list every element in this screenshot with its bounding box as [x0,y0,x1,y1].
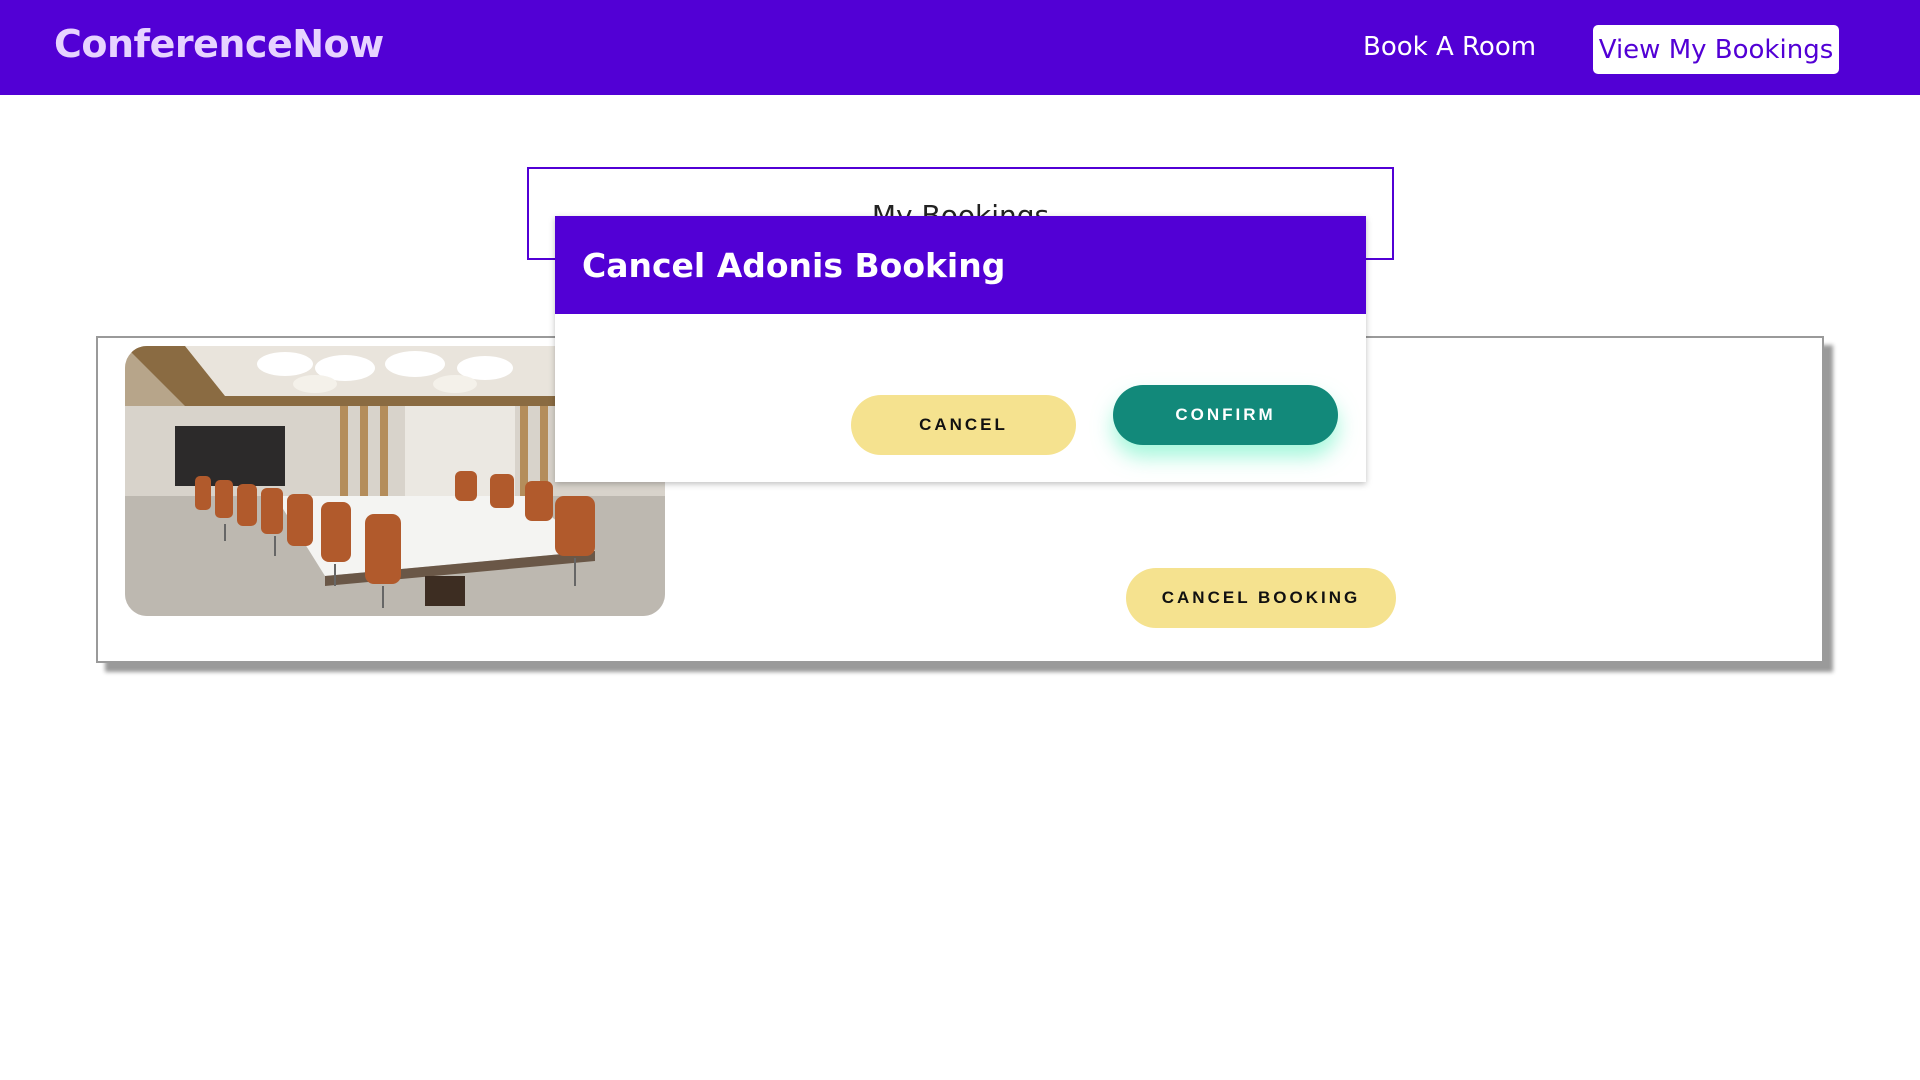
cancel-booking-modal: Cancel Adonis Booking CANCEL CONFIRM [555,216,1366,482]
nav-book-a-room[interactable]: Book A Room [1363,32,1536,62]
modal-cancel-button[interactable]: CANCEL [851,395,1076,455]
modal-title: Cancel Adonis Booking [582,246,1006,285]
modal-header: Cancel Adonis Booking [555,216,1366,314]
modal-confirm-button[interactable]: CONFIRM [1113,385,1338,445]
top-navbar: ConferenceNow Book A Room View My Bookin… [0,0,1920,95]
cancel-booking-button[interactable]: CANCEL BOOKING [1126,568,1396,628]
brand-logo[interactable]: ConferenceNow [54,22,384,66]
nav-view-my-bookings[interactable]: View My Bookings [1593,25,1839,74]
